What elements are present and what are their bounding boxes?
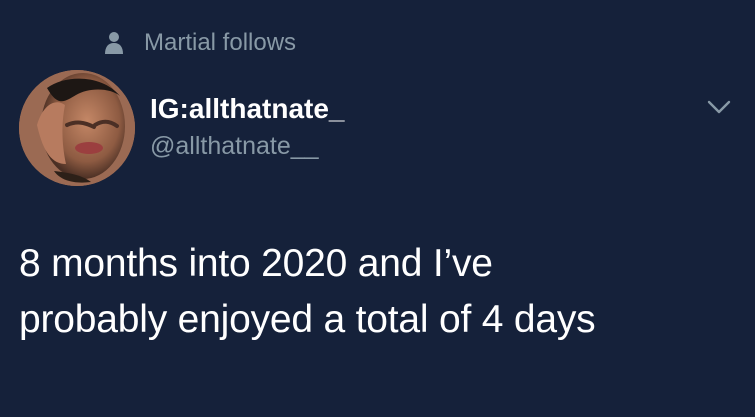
social-context: Martial follows bbox=[104, 27, 296, 59]
chevron-down-icon[interactable] bbox=[705, 95, 733, 117]
tweet-line-1: 8 months into 2020 and I’ve bbox=[19, 242, 493, 285]
user-info: IG:allthatnate_ @allthatnate__ bbox=[150, 92, 344, 161]
display-name[interactable]: IG:allthatnate_ bbox=[150, 92, 344, 126]
tweet-text: 8 months into 2020 and I’ve probably enj… bbox=[19, 236, 734, 348]
person-icon bbox=[105, 32, 123, 54]
username[interactable]: @allthatnate__ bbox=[150, 131, 344, 161]
tweet-line-2: probably enjoyed a total of 4 days bbox=[19, 298, 596, 341]
avatar[interactable] bbox=[19, 70, 135, 186]
social-context-text: Martial follows bbox=[144, 29, 297, 56]
tweet-card: Martial follows IG:allthatnate_ @allthat… bbox=[0, 0, 755, 417]
